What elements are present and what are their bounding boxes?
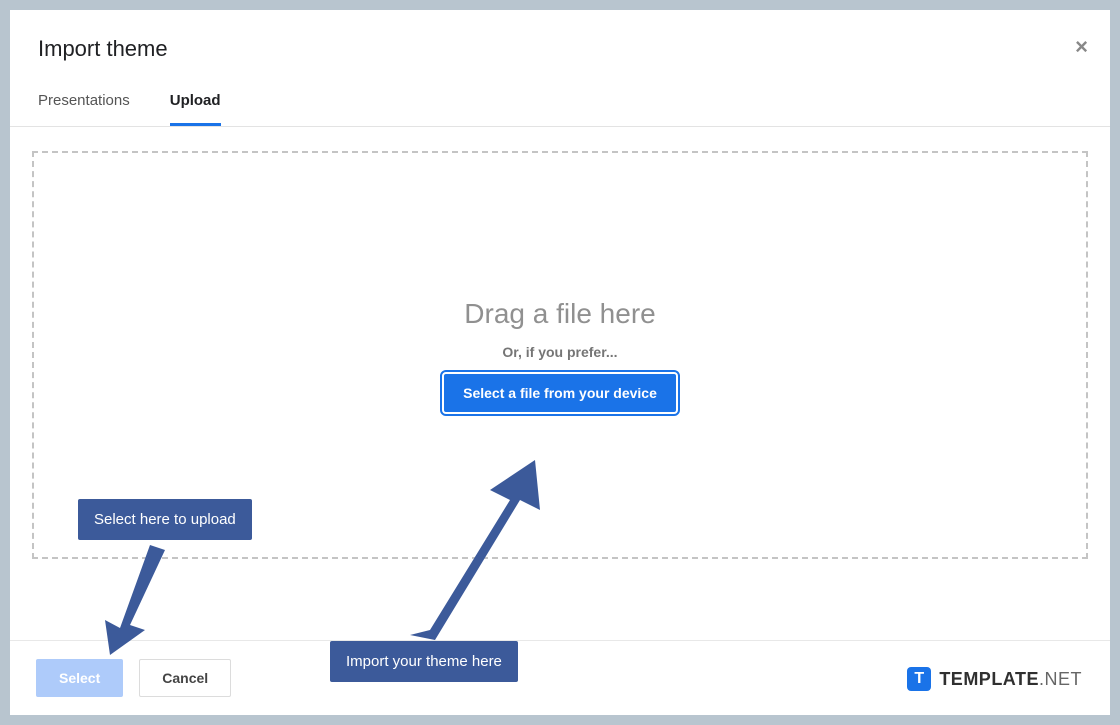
watermark-thin: .NET — [1039, 669, 1082, 689]
callout-select-upload: Select here to upload — [78, 499, 252, 540]
watermark: T TEMPLATE.NET — [907, 667, 1082, 691]
file-dropzone[interactable]: Drag a file here Or, if you prefer... Se… — [32, 151, 1088, 559]
close-button[interactable]: × — [1075, 36, 1088, 58]
dropzone-subtitle: Or, if you prefer... — [502, 344, 617, 360]
dialog-body: Drag a file here Or, if you prefer... Se… — [10, 127, 1110, 640]
select-button[interactable]: Select — [36, 659, 123, 697]
cancel-button[interactable]: Cancel — [139, 659, 231, 697]
select-file-button[interactable]: Select a file from your device — [444, 374, 676, 412]
tab-upload[interactable]: Upload — [170, 92, 221, 126]
callout-import-theme: Import your theme here — [330, 641, 518, 682]
dropzone-title: Drag a file here — [464, 298, 655, 330]
tab-presentations[interactable]: Presentations — [38, 92, 130, 126]
tab-bar: Presentations Upload — [10, 92, 1110, 127]
dialog-header: Import theme — [10, 10, 1110, 92]
import-theme-dialog: × Import theme Presentations Upload Drag… — [10, 10, 1110, 715]
watermark-logo-icon: T — [907, 667, 931, 691]
watermark-text: TEMPLATE.NET — [939, 669, 1082, 690]
dialog-title: Import theme — [38, 36, 1082, 62]
watermark-bold: TEMPLATE — [939, 669, 1039, 689]
